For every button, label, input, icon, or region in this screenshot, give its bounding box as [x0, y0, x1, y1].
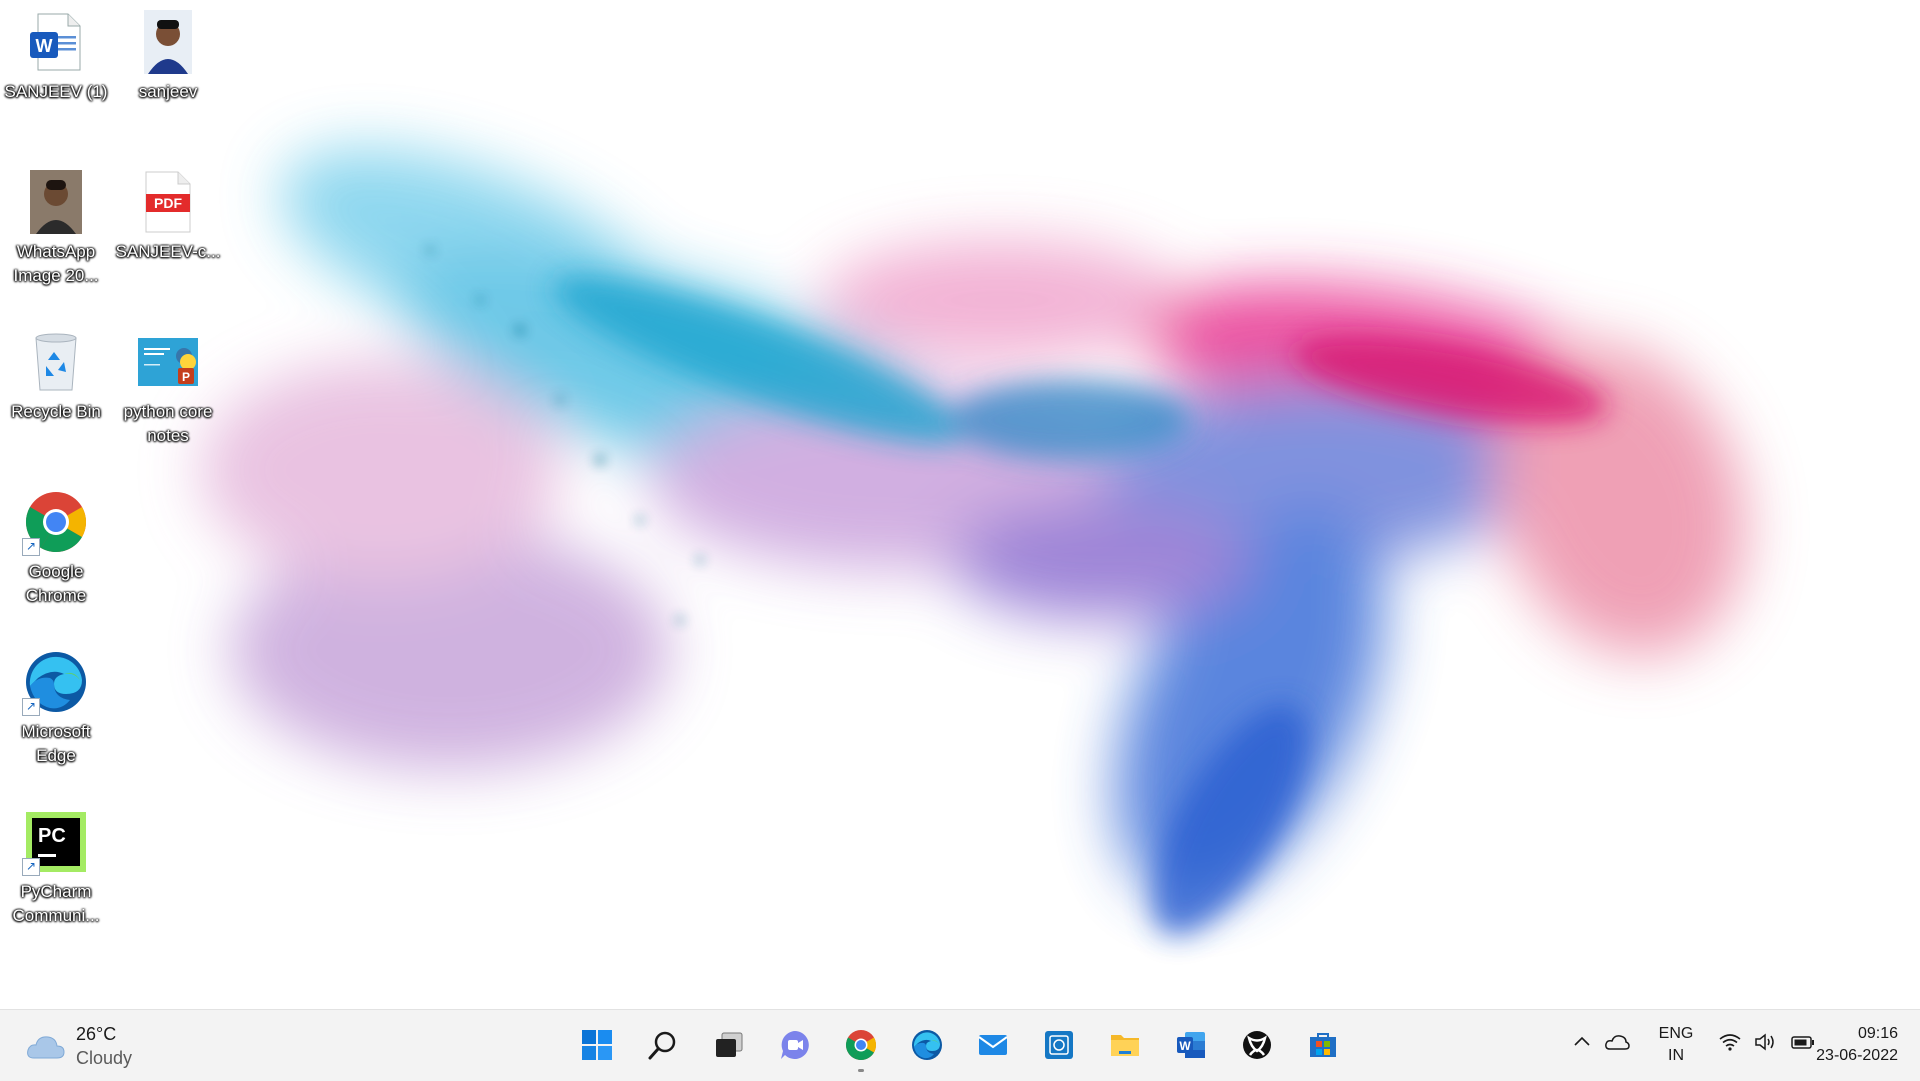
windows-logo-icon	[582, 1030, 612, 1060]
desktop-icon-sanjeev-word-doc[interactable]: W SANJEEV (1)	[0, 4, 112, 104]
language-code: ENG	[1658, 1025, 1694, 1042]
cloud-icon	[27, 1036, 65, 1059]
svg-text:W: W	[1179, 1039, 1191, 1053]
desktop-icon-label: Google Chrome	[25, 562, 87, 605]
desktop-icon-label: SANJEEV-c...	[115, 242, 221, 261]
battery-icon[interactable]	[1790, 1032, 1816, 1052]
edge-icon: ↗	[22, 650, 88, 716]
clock-date: 23-06-2022	[1816, 1047, 1898, 1064]
region-code: IN	[1668, 1047, 1684, 1064]
pycharm-badge: PC	[38, 825, 66, 847]
weather-widget[interactable]: 26°C Cloudy	[26, 1024, 166, 1070]
taskbar-xbox-button[interactable]	[1233, 1021, 1281, 1069]
taskbar-file-explorer-button[interactable]	[1101, 1021, 1149, 1069]
desktop-icon-label: Recycle Bin	[11, 402, 101, 421]
desktop-icon-whatsapp-image[interactable]: WhatsApp Image 20...	[0, 164, 112, 288]
desktop-wallpaper	[0, 0, 1920, 1009]
svg-text:W: W	[36, 36, 53, 56]
store-icon	[1310, 1033, 1336, 1057]
shortcut-arrow-icon: ↗	[22, 858, 40, 876]
photo-thumbnail-icon	[24, 170, 88, 234]
desktop-icon-recycle-bin[interactable]: Recycle Bin	[0, 324, 112, 424]
start-button[interactable]	[573, 1021, 621, 1069]
task-view-button[interactable]	[705, 1021, 753, 1069]
shortcut-arrow-icon: ↗	[22, 698, 40, 716]
weather-temperature: 26°C	[76, 1024, 117, 1044]
desktop-icon-pycharm[interactable]: PC ↗ PyCharm Communi...	[0, 804, 112, 928]
clock-time: 09:16	[1857, 1025, 1898, 1042]
teams-chat-icon	[781, 1031, 809, 1059]
mail-icon	[978, 1035, 1008, 1055]
pdf-file-icon: PDF	[136, 170, 200, 234]
pycharm-icon: PC ↗	[22, 810, 88, 876]
search-icon	[648, 1031, 676, 1060]
running-indicator	[858, 1069, 864, 1072]
taskbar-store-button[interactable]	[1299, 1021, 1347, 1069]
photo-viewer-icon	[1045, 1031, 1073, 1059]
desktop-icon-microsoft-edge[interactable]: ↗ Microsoft Edge	[0, 644, 112, 768]
wifi-icon[interactable]	[1718, 1032, 1742, 1052]
powerpoint-file-icon: P	[136, 330, 200, 394]
taskbar-edge-button[interactable]	[903, 1021, 951, 1069]
edge-icon	[912, 1030, 942, 1060]
desktop-icon-label: python core notes	[123, 402, 213, 445]
taskbar-word-button[interactable]: W	[1167, 1021, 1215, 1069]
desktop-icon-label: Microsoft Edge	[21, 722, 91, 765]
clock[interactable]: 09:16 23-06-2022	[1816, 1023, 1898, 1067]
desktop-icon-sanjeev-pdf[interactable]: PDF SANJEEV-c...	[112, 164, 224, 264]
desktop-icon-label: SANJEEV (1)	[4, 82, 108, 101]
desktop-icon-python-core-notes[interactable]: P python core notes	[112, 324, 224, 448]
word-icon: W	[1177, 1032, 1205, 1058]
word-document-icon: W	[24, 10, 88, 74]
xbox-icon	[1243, 1031, 1271, 1059]
desktop-icon-google-chrome[interactable]: ↗ Google Chrome	[0, 484, 112, 608]
taskbar-photo-viewer-button[interactable]	[1035, 1021, 1083, 1069]
chrome-icon: ↗	[22, 490, 88, 556]
chrome-icon	[845, 1030, 877, 1061]
weather-condition: Cloudy	[76, 1048, 133, 1068]
language-indicator[interactable]: ENG IN	[1652, 1023, 1700, 1067]
chevron-up-icon[interactable]	[1572, 1032, 1592, 1052]
folder-icon	[1111, 1035, 1139, 1056]
system-tray: ENG IN 09:16 23-06-2022	[1540, 1010, 1920, 1081]
desktop-icon-sanjeev-photo[interactable]: sanjeev	[112, 4, 224, 104]
desktop-icon-label: WhatsApp Image 20...	[13, 242, 99, 285]
search-button[interactable]	[639, 1021, 687, 1069]
svg-text:P: P	[182, 370, 190, 384]
volume-icon[interactable]	[1754, 1032, 1778, 1052]
taskbar: 26°C Cloudy W ENG IN 09:16 23-06-2022	[0, 1009, 1920, 1081]
task-view-icon	[716, 1032, 743, 1057]
desktop-icon-label: sanjeev	[138, 82, 198, 101]
recycle-bin-icon	[24, 330, 88, 394]
onedrive-cloud-icon[interactable]	[1604, 1032, 1630, 1052]
shortcut-arrow-icon: ↗	[22, 538, 40, 556]
pdf-badge: PDF	[154, 195, 182, 211]
photo-thumbnail-icon	[136, 10, 200, 74]
desktop-icon-label: PyCharm Communi...	[12, 882, 100, 925]
taskbar-chrome-button[interactable]	[837, 1021, 885, 1072]
taskbar-mail-button[interactable]	[969, 1021, 1017, 1069]
chat-button[interactable]	[771, 1021, 819, 1069]
